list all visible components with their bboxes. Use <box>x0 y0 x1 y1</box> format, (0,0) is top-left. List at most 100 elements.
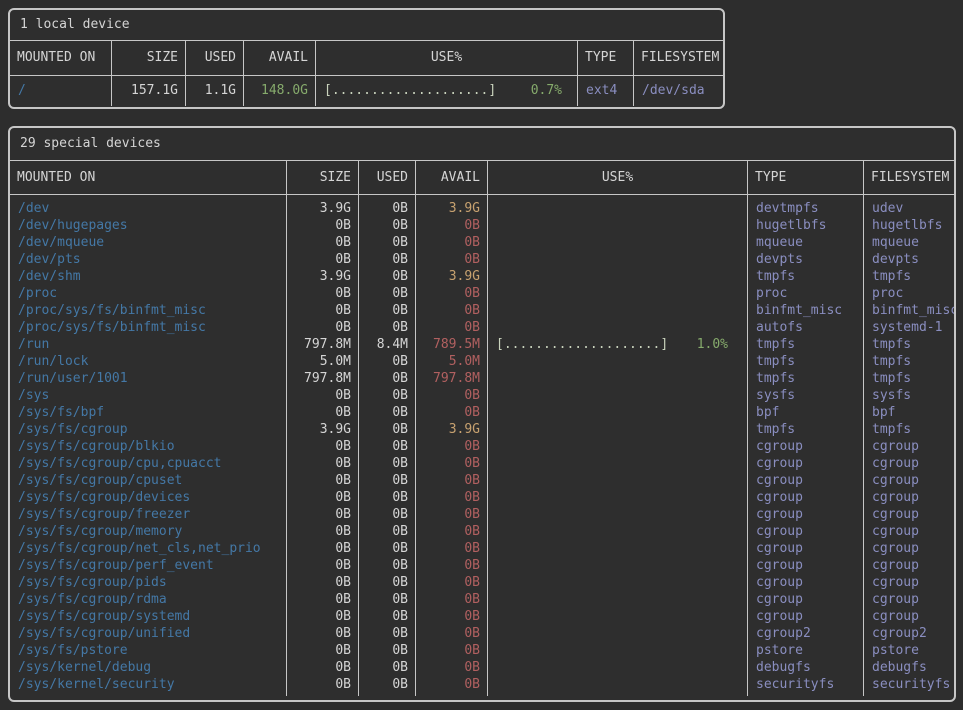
used-value: 0B <box>359 455 416 472</box>
avail-value: 0B <box>416 404 488 421</box>
size-value: 0B <box>287 557 359 574</box>
column-header-used: USED <box>359 161 416 194</box>
fs-type: cgroup <box>748 506 864 523</box>
filesystem-row: /sys/fs/cgroup/perf_event0B0B0Bcgroupcgr… <box>10 557 954 574</box>
size-value: 0B <box>287 472 359 489</box>
filesystem-row: /sys/fs/cgroup/memory0B0B0Bcgroupcgroup <box>10 523 954 540</box>
filesystem-row: /sys/fs/cgroup/freezer0B0B0Bcgroupcgroup <box>10 506 954 523</box>
used-value: 0B <box>359 574 416 591</box>
fs-type: cgroup <box>748 489 864 506</box>
mount-point: /run/user/1001 <box>10 370 287 387</box>
used-value: 0B <box>359 370 416 387</box>
used-value: 0B <box>359 319 416 336</box>
size-value: 0B <box>287 251 359 268</box>
filesystem-row: /sys/fs/cgroup/net_cls,net_prio0B0B0Bcgr… <box>10 540 954 557</box>
filesystem-name: tmpfs <box>864 421 954 438</box>
filesystem-row: /sys/fs/pstore0B0B0Bpstorepstore <box>10 642 954 659</box>
usage-cell <box>488 438 748 455</box>
filesystem-row: /sys/fs/cgroup/devices0B0B0Bcgroupcgroup <box>10 489 954 506</box>
size-value: 797.8M <box>287 370 359 387</box>
size-value: 0B <box>287 659 359 676</box>
used-value: 0B <box>359 251 416 268</box>
used-value: 8.4M <box>359 336 416 353</box>
size-value: 3.9G <box>287 268 359 285</box>
fs-type: cgroup <box>748 455 864 472</box>
usage-cell <box>488 472 748 489</box>
mount-point: /sys/fs/cgroup/blkio <box>10 438 287 455</box>
filesystem-row: /157.1G1.1G148.0G[....................]0… <box>10 76 723 106</box>
table-title: 1 local device <box>10 10 723 41</box>
usage-cell <box>488 540 748 557</box>
column-header-size: SIZE <box>112 41 186 75</box>
filesystem-row: /sys/fs/cgroup/unified0B0B0Bcgroup2cgrou… <box>10 625 954 642</box>
filesystem-row: /sys/fs/cgroup/blkio0B0B0Bcgroupcgroup <box>10 438 954 455</box>
fs-type: tmpfs <box>748 268 864 285</box>
mount-point: /run <box>10 336 287 353</box>
mount-point: /sys/fs/cgroup/freezer <box>10 506 287 523</box>
avail-value: 0B <box>416 234 488 251</box>
mount-point: /sys/kernel/security <box>10 676 287 693</box>
mount-point: /sys/fs/cgroup <box>10 421 287 438</box>
avail-value: 0B <box>416 557 488 574</box>
size-value: 0B <box>287 591 359 608</box>
filesystem-row: /proc/sys/fs/binfmt_misc0B0B0Bbinfmt_mis… <box>10 302 954 319</box>
table-body: /157.1G1.1G148.0G[....................]0… <box>10 76 723 106</box>
usage-cell <box>488 523 748 540</box>
fs-type: debugfs <box>748 659 864 676</box>
size-value: 0B <box>287 574 359 591</box>
mount-point: /run/lock <box>10 353 287 370</box>
fs-type: pstore <box>748 642 864 659</box>
usage-cell <box>488 268 748 285</box>
size-value: 0B <box>287 608 359 625</box>
used-value: 0B <box>359 489 416 506</box>
used-value: 0B <box>359 438 416 455</box>
avail-value: 0B <box>416 625 488 642</box>
mount-point: /proc/sys/fs/binfmt_misc <box>10 319 287 336</box>
filesystem-row: /dev/shm3.9G0B3.9Gtmpfstmpfs <box>10 268 954 285</box>
filesystem-name: cgroup <box>864 455 954 472</box>
filesystem-row: /sys0B0B0Bsysfssysfs <box>10 387 954 404</box>
usage-bar: [....................] <box>496 336 668 353</box>
mount-point: /dev/hugepages <box>10 217 287 234</box>
filesystem-row: /dev/mqueue0B0B0Bmqueuemqueue <box>10 234 954 251</box>
filesystem-name: devpts <box>864 251 954 268</box>
filesystem-name: pstore <box>864 642 954 659</box>
column-header-use-: USE% <box>316 41 578 75</box>
mount-point: /sys/fs/cgroup/net_cls,net_prio <box>10 540 287 557</box>
table-title: 29 special devices <box>10 128 954 161</box>
used-value: 0B <box>359 268 416 285</box>
mount-point: /sys <box>10 387 287 404</box>
avail-value: 5.0M <box>416 353 488 370</box>
column-header-avail: AVAIL <box>416 161 488 194</box>
fs-type: cgroup <box>748 540 864 557</box>
filesystem-name: securityfs <box>864 676 954 693</box>
fs-type: cgroup <box>748 557 864 574</box>
column-header-type: TYPE <box>748 161 864 194</box>
size-value: 0B <box>287 506 359 523</box>
mount-point: /proc <box>10 285 287 302</box>
avail-value: 3.9G <box>416 421 488 438</box>
filesystem-name: cgroup <box>864 574 954 591</box>
fs-type: binfmt_misc <box>748 302 864 319</box>
used-value: 0B <box>359 540 416 557</box>
column-header-size: SIZE <box>287 161 359 194</box>
filesystem-name: cgroup <box>864 523 954 540</box>
fs-type: devtmpfs <box>748 200 864 217</box>
mount-point: /dev/pts <box>10 251 287 268</box>
filesystem-name: cgroup <box>864 489 954 506</box>
filesystem-row: /proc0B0B0Bprocproc <box>10 285 954 302</box>
size-value: 3.9G <box>287 200 359 217</box>
fs-type: tmpfs <box>748 421 864 438</box>
avail-value: 0B <box>416 540 488 557</box>
usage-cell: [....................]1.0% <box>488 336 748 353</box>
used-value: 0B <box>359 353 416 370</box>
table-header-row: MOUNTED ONSIZEUSEDAVAILUSE%TYPEFILESYSTE… <box>10 161 954 195</box>
column-header-mounted-on: MOUNTED ON <box>10 161 287 194</box>
size-value: 5.0M <box>287 353 359 370</box>
fs-type: cgroup <box>748 591 864 608</box>
avail-value: 0B <box>416 285 488 302</box>
mount-point: /sys/fs/cgroup/pids <box>10 574 287 591</box>
avail-value: 3.9G <box>416 200 488 217</box>
usage-percent: 0.7% <box>531 76 562 105</box>
mount-point: /sys/fs/cgroup/memory <box>10 523 287 540</box>
